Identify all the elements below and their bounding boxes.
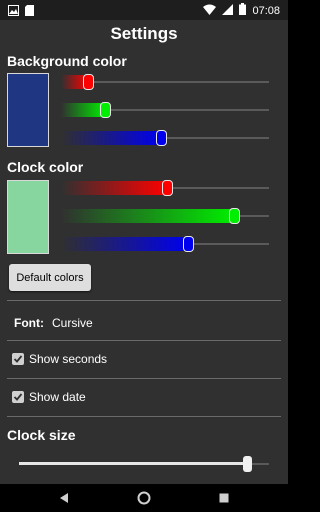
slider-thumb[interactable] [229, 208, 240, 224]
background-green-slider[interactable] [61, 102, 269, 118]
show-date-row[interactable]: Show date [12, 390, 86, 404]
sd-card-icon [25, 3, 34, 21]
battery-icon [239, 2, 247, 20]
background-blue-slider[interactable] [61, 130, 269, 146]
clock-green-slider[interactable] [61, 208, 269, 224]
show-seconds-label: Show seconds [29, 352, 108, 366]
navigation-bar [0, 484, 288, 512]
clock-size-label: Clock size [7, 427, 76, 443]
clock-color-swatch [7, 180, 49, 254]
settings-screen: Settings Background color Clock color De… [0, 20, 288, 484]
slider-thumb[interactable] [83, 74, 94, 90]
font-setting[interactable]: Font: Cursive [14, 316, 93, 330]
back-icon[interactable] [58, 491, 70, 509]
divider [7, 378, 281, 379]
slider-thumb[interactable] [183, 236, 194, 252]
image-icon [8, 3, 19, 21]
recents-icon[interactable] [218, 491, 230, 509]
clock-red-slider[interactable] [61, 180, 269, 196]
slider-thumb[interactable] [243, 456, 252, 472]
slider-thumb[interactable] [100, 102, 111, 118]
checkmark-icon [13, 393, 23, 401]
background-color-label: Background color [7, 53, 127, 69]
divider [7, 416, 281, 417]
page-title: Settings [110, 24, 178, 43]
clock-color-label: Clock color [7, 159, 84, 175]
font-value: Cursive [51, 316, 93, 330]
background-red-slider[interactable] [61, 74, 269, 90]
clock-size-slider[interactable] [19, 456, 269, 472]
show-date-label: Show date [29, 390, 86, 404]
show-seconds-row[interactable]: Show seconds [12, 352, 107, 366]
divider [7, 340, 281, 341]
divider [7, 300, 281, 301]
checkmark-icon [13, 355, 23, 363]
font-key: Font: [14, 316, 44, 330]
slider-thumb[interactable] [162, 180, 173, 196]
slider-thumb[interactable] [156, 130, 167, 146]
status-time: 07:08 [252, 5, 280, 17]
home-icon[interactable] [137, 491, 151, 510]
status-bar: 07:08 [0, 0, 288, 20]
cellular-icon [222, 2, 234, 20]
background-color-swatch [7, 73, 49, 147]
default-colors-button[interactable]: Default colors [9, 264, 91, 291]
wifi-icon [203, 2, 217, 20]
show-seconds-checkbox[interactable] [12, 353, 24, 365]
show-date-checkbox[interactable] [12, 391, 24, 403]
clock-blue-slider[interactable] [61, 236, 269, 252]
